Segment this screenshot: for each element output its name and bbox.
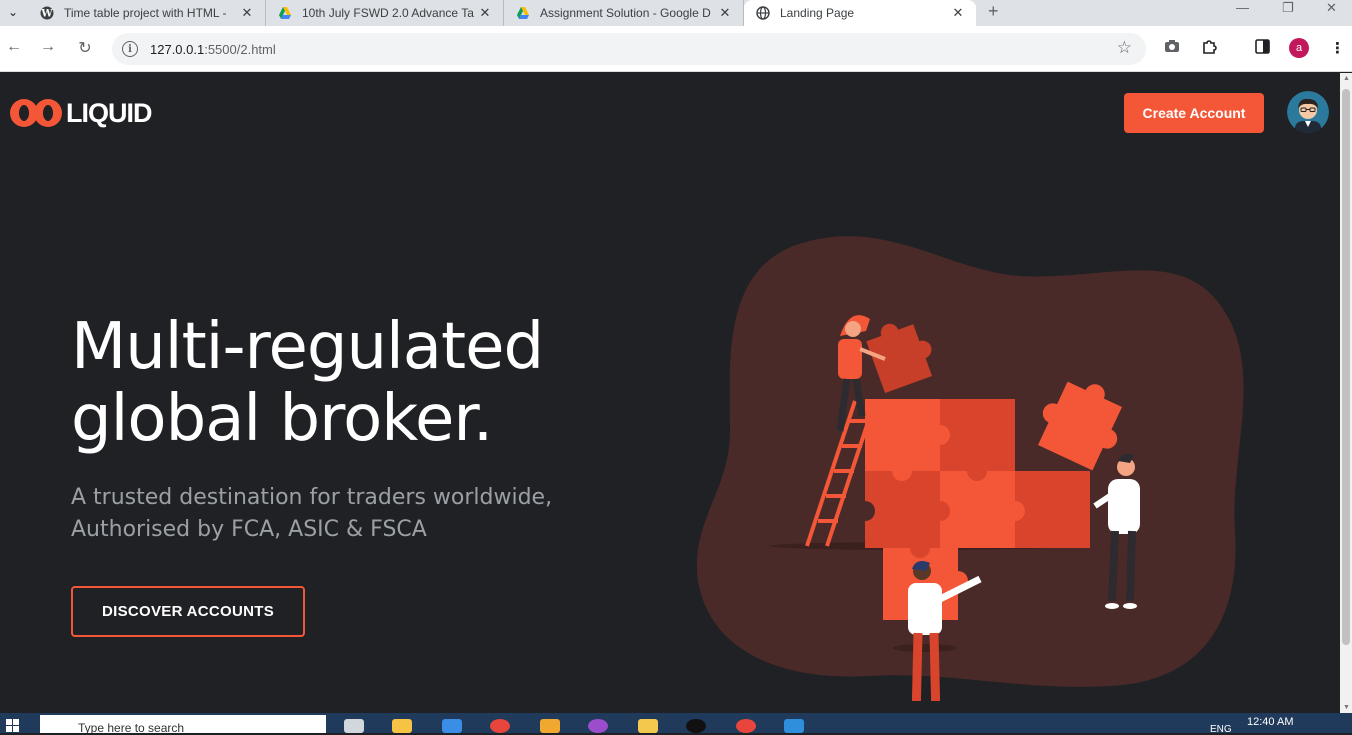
- site-info-icon[interactable]: i: [122, 41, 138, 57]
- new-tab-button[interactable]: +: [988, 1, 999, 22]
- close-window-icon[interactable]: ✕: [1326, 0, 1337, 16]
- close-icon[interactable]: ✕: [477, 5, 493, 21]
- subtitle-line-2: Authorised by FCA, ASIC & FSCA: [71, 517, 427, 542]
- app-icon[interactable]: [540, 719, 560, 733]
- app-icon[interactable]: [588, 719, 608, 733]
- app-icon[interactable]: [638, 719, 658, 733]
- scroll-down-arrow-icon[interactable]: ▼: [1343, 704, 1350, 711]
- tab-fswd[interactable]: 10th July FSWD 2.0 Advance Ta ✕: [266, 0, 504, 26]
- user-avatar[interactable]: [1287, 91, 1329, 133]
- tab-title: 10th July FSWD 2.0 Advance Ta: [302, 6, 474, 20]
- language-indicator[interactable]: ENG: [1210, 724, 1232, 735]
- url-text[interactable]: 127.0.0.1:5500/2.html: [150, 42, 276, 57]
- headline-line-1: Multi-regulated: [71, 310, 544, 384]
- chrome-icon[interactable]: [736, 719, 756, 733]
- browser-toolbar: ← → ↻ i 127.0.0.1:5500/2.html ☆ ⋮: [0, 26, 1352, 72]
- close-icon[interactable]: ✕: [239, 5, 255, 21]
- svg-text:W: W: [40, 9, 53, 20]
- system-clock[interactable]: 12:40 AM: [1247, 716, 1293, 728]
- url-host: 127.0.0.1: [150, 41, 205, 57]
- close-icon[interactable]: ✕: [950, 5, 966, 21]
- logo-text: LIQUID: [66, 97, 152, 128]
- screenshot-icon[interactable]: [1164, 39, 1180, 57]
- tab-title: Time table project with HTML -: [64, 6, 227, 20]
- store-icon[interactable]: [442, 719, 462, 733]
- page-scrollbar[interactable]: ▲ ▼: [1340, 73, 1352, 713]
- taskbar-search-input[interactable]: Type here to search: [40, 715, 326, 733]
- windows-start-icon[interactable]: [6, 719, 20, 733]
- kebab-menu-icon[interactable]: ⋮: [1330, 39, 1345, 57]
- scrollbar-thumb[interactable]: [1342, 89, 1350, 645]
- hero-headline: Multi-regulated global broker.: [71, 310, 544, 456]
- app-icon[interactable]: [686, 719, 706, 733]
- globe-icon: [756, 6, 770, 20]
- tab-title: Assignment Solution - Google D: [540, 6, 711, 20]
- tab-title: Landing Page: [780, 6, 855, 20]
- windows-taskbar: Type here to search ENG 12:40 AM: [0, 713, 1352, 735]
- file-explorer-icon[interactable]: [392, 719, 412, 733]
- landing-page: LIQUID Create Account Multi-regulated gl…: [0, 73, 1340, 713]
- infinity-logo-icon: [10, 99, 62, 127]
- close-icon[interactable]: ✕: [717, 5, 733, 21]
- wordpress-icon: W: [40, 6, 54, 20]
- bookmark-star-icon[interactable]: ☆: [1117, 38, 1132, 58]
- task-view-icon[interactable]: [344, 719, 364, 733]
- chrome-icon[interactable]: [490, 719, 510, 733]
- minimize-icon[interactable]: —: [1236, 0, 1249, 15]
- tab-timetable[interactable]: W Time table project with HTML - ✕: [28, 0, 266, 26]
- side-panel-icon[interactable]: [1255, 39, 1270, 58]
- google-drive-icon: [279, 7, 291, 19]
- tab-landing-page[interactable]: Landing Page ✕: [744, 0, 976, 26]
- address-bar[interactable]: i 127.0.0.1:5500/2.html ☆: [112, 33, 1146, 65]
- back-arrow-icon[interactable]: ←: [4, 38, 24, 56]
- restore-icon[interactable]: ❐: [1282, 0, 1294, 16]
- vscode-icon[interactable]: [784, 719, 804, 733]
- scroll-up-arrow-icon[interactable]: ▲: [1343, 75, 1350, 82]
- profile-avatar[interactable]: a: [1289, 38, 1309, 58]
- discover-accounts-button[interactable]: DISCOVER ACCOUNTS: [71, 586, 305, 637]
- create-account-button[interactable]: Create Account: [1124, 93, 1264, 133]
- puzzle-team-illustration: [696, 236, 1244, 701]
- brand-logo[interactable]: LIQUID: [10, 93, 152, 133]
- google-drive-icon: [517, 7, 529, 19]
- tab-search-button[interactable]: ⌄: [0, 0, 26, 24]
- url-path: :5500/2.html: [204, 41, 276, 57]
- headline-line-2: global broker.: [71, 382, 493, 456]
- subtitle-line-1: A trusted destination for traders worldw…: [71, 485, 553, 510]
- reload-icon[interactable]: ↻: [75, 38, 95, 58]
- extensions-puzzle-icon[interactable]: [1201, 39, 1217, 59]
- tab-assignment[interactable]: Assignment Solution - Google D ✕: [504, 0, 744, 26]
- forward-arrow-icon[interactable]: →: [38, 38, 58, 56]
- hero-subtitle: A trusted destination for traders worldw…: [71, 482, 552, 546]
- tab-strip: ⌄ W Time table project with HTML - ✕ 10t…: [0, 0, 1352, 26]
